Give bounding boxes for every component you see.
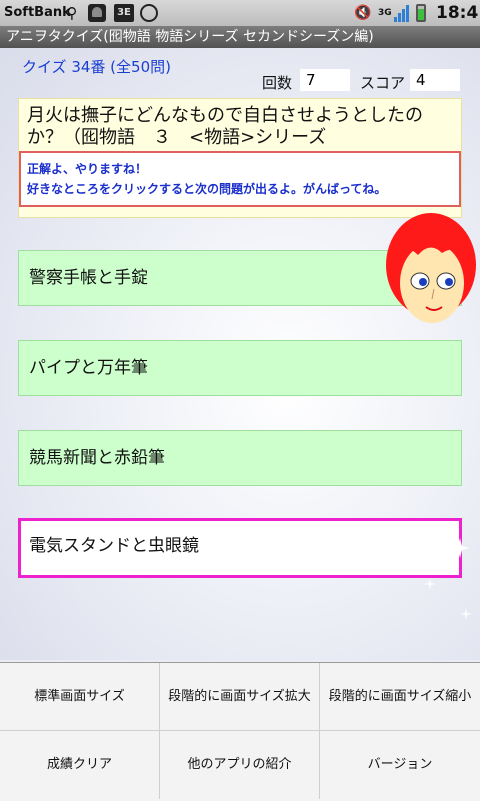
score-value: 4 xyxy=(410,69,460,91)
score-label: スコア xyxy=(360,74,406,92)
count-label: 回数 xyxy=(262,74,293,92)
sparkle-decoration xyxy=(424,538,472,620)
clock: 18:41 xyxy=(436,3,480,23)
feedback-line-instruction: 好きなところをクリックすると次の問題が出るよ。がんばってね。 xyxy=(27,182,387,196)
usb-icon: ⚲ xyxy=(66,4,78,22)
battery-icon xyxy=(416,4,426,22)
menu-item-zoom-in[interactable]: 段階的に画面サイズ拡大 xyxy=(160,663,320,731)
notification-box-icon: 3E xyxy=(114,4,134,22)
answer-option-2[interactable]: パイプと万年筆 xyxy=(18,340,462,396)
options-menu: 標準画面サイズ 段階的に画面サイズ拡大 段階的に画面サイズ縮小 成績クリア 他の… xyxy=(0,662,480,801)
count-value: 7 xyxy=(300,69,350,91)
3g-icon: 3G xyxy=(378,8,392,18)
feedback-message: 正解よ、やりますね！ 好きなところをクリックすると次の問題が出るよ。がんばってね… xyxy=(19,151,461,207)
answer-option-3[interactable]: 競馬新聞と赤鉛筆 xyxy=(18,430,462,486)
status-bar: SoftBank ⚲ 3E 🔇 3G 18:41 xyxy=(0,0,480,26)
sync-icon xyxy=(140,4,158,22)
app-title: アニヲタクイズ(囮物語 物語シリーズ セカンドシーズン編) xyxy=(0,26,480,48)
mute-icon: 🔇 xyxy=(354,5,372,21)
signal-icon xyxy=(394,4,412,22)
quiz-area[interactable]: クイズ 34番 (全50問) 回数 7 スコア 4 月火は撫子にどんなもので自白… xyxy=(0,48,480,660)
quiz-number: クイズ 34番 (全50問) xyxy=(22,58,171,76)
mascot-character-image xyxy=(386,213,476,323)
question-text: 月火は撫子にどんなもので自白させようとしたのか？（囮物語 ３ <物語>シリーズ xyxy=(27,105,423,148)
menu-item-version[interactable]: バージョン xyxy=(320,731,480,799)
feedback-line-correct: 正解よ、やりますね！ xyxy=(27,162,148,176)
android-icon xyxy=(88,4,106,22)
carrier-label: SoftBank xyxy=(4,5,71,20)
question-panel: 月火は撫子にどんなもので自白させようとしたのか？（囮物語 ３ <物語>シリーズ … xyxy=(18,98,462,218)
menu-item-standard-size[interactable]: 標準画面サイズ xyxy=(0,663,160,731)
menu-item-zoom-out[interactable]: 段階的に画面サイズ縮小 xyxy=(320,663,480,731)
menu-item-clear-score[interactable]: 成績クリア xyxy=(0,731,160,799)
menu-item-other-apps[interactable]: 他のアプリの紹介 xyxy=(160,731,320,799)
answer-option-4-selected[interactable]: 電気スタンドと虫眼鏡 xyxy=(18,518,462,578)
